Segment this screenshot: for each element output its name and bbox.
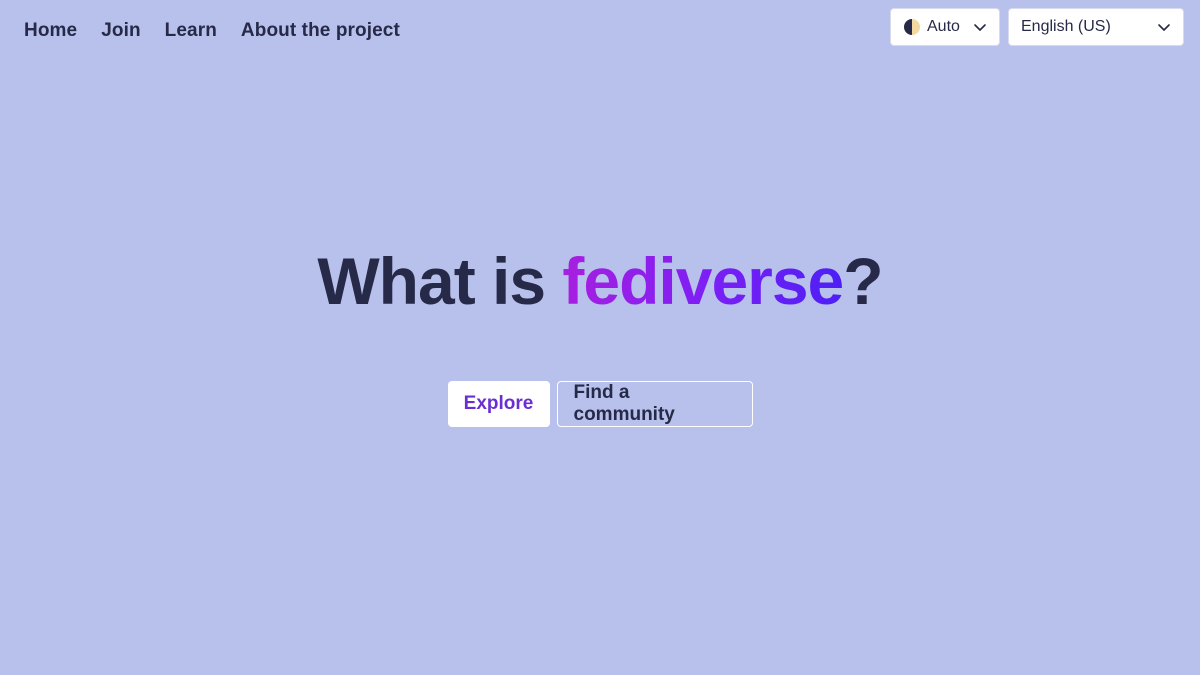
hero-title: What is fediverse? — [0, 248, 1200, 314]
find-community-button[interactable]: Find a community — [556, 381, 753, 427]
main-nav: Home Join Learn About the project — [24, 20, 400, 42]
theme-select-value: Auto — [927, 18, 960, 35]
nav-home-link[interactable]: Home — [24, 20, 77, 42]
chevron-down-icon — [973, 20, 987, 34]
hero-title-accent: fediverse — [562, 244, 844, 318]
nav-about-link[interactable]: About the project — [241, 20, 400, 42]
theme-select[interactable]: Auto — [890, 8, 1000, 46]
hero-title-suffix: ? — [843, 244, 883, 318]
nav-learn-link[interactable]: Learn — [165, 20, 217, 42]
nav-join-link[interactable]: Join — [101, 20, 140, 42]
half-moon-icon — [903, 18, 921, 36]
hero-section: What is fediverse? — [0, 248, 1200, 314]
chevron-down-icon — [1157, 20, 1171, 34]
explore-button[interactable]: Explore — [447, 381, 550, 427]
hero-title-prefix: What is — [317, 244, 563, 318]
header-controls: Auto English (US) — [890, 8, 1184, 46]
language-select[interactable]: English (US) — [1008, 8, 1184, 46]
language-select-value: English (US) — [1021, 18, 1111, 35]
cta-group: Explore Find a community — [0, 381, 1200, 427]
